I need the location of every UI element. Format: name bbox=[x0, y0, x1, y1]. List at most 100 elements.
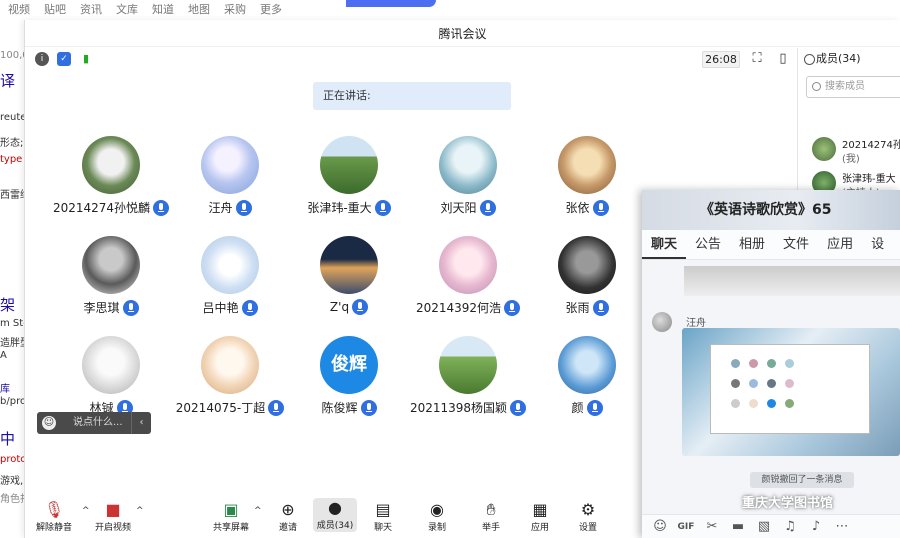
participant-name-row: 颜 bbox=[571, 399, 603, 416]
participant-tile[interactable]: 张依 bbox=[522, 136, 652, 232]
gif-icon[interactable]: GIF bbox=[676, 515, 696, 538]
raise-hand-button[interactable]: ✋︎ 举手 bbox=[466, 500, 516, 533]
browser-search-button[interactable] bbox=[346, 0, 436, 7]
participant-tile[interactable]: 刘天阳 bbox=[403, 136, 533, 232]
participant-tile[interactable]: 吕中艳 bbox=[165, 236, 295, 332]
participant-name: 20211398杨国颖 bbox=[409, 401, 508, 415]
participant-tile[interactable]: 张雨 bbox=[522, 236, 652, 332]
unmute-button[interactable]: 🎙︎ 解除静音 bbox=[29, 500, 79, 533]
browser-tab[interactable]: 知道 bbox=[152, 0, 174, 20]
more-icon[interactable]: ⋯ bbox=[832, 515, 852, 538]
bell-icon[interactable]: ♪ bbox=[806, 515, 826, 538]
participant-tile[interactable]: 20214274孙悦麟 bbox=[46, 136, 176, 232]
shield-icon[interactable]: ✓ bbox=[57, 52, 71, 66]
share-label: 共享屏幕 bbox=[212, 523, 249, 533]
add-user-icon: ⊕ bbox=[281, 500, 295, 519]
browser-tab[interactable]: 地图 bbox=[188, 0, 210, 20]
emoji-icon[interactable]: ☺ bbox=[42, 416, 56, 430]
apps-button[interactable]: ▦ 应用 bbox=[515, 500, 565, 533]
screenshot-image-message[interactable] bbox=[682, 328, 900, 456]
microphone-icon bbox=[360, 399, 377, 416]
emoji-icon[interactable]: ☺ bbox=[650, 515, 670, 538]
browser-tab[interactable]: 资讯 bbox=[80, 0, 102, 20]
participant-tile[interactable]: 汪舟 bbox=[165, 136, 295, 232]
participant-tile[interactable]: 李思琪 bbox=[46, 236, 176, 332]
microphone-icon bbox=[122, 299, 139, 316]
tab-chat[interactable]: 聊天 bbox=[642, 230, 687, 259]
qq-group-chat-window: 《英语诗歌欣赏》65 聊天 公告 相册 文件 应用 设 汪舟 颜锐撤回了一条消息… bbox=[642, 190, 900, 538]
participant-name: 张津玮-重大 bbox=[307, 201, 372, 215]
avatar bbox=[812, 137, 836, 161]
microphone-icon bbox=[479, 199, 496, 216]
result-fragment: type t bbox=[0, 154, 24, 165]
participant-name-row: 刘天阳 bbox=[440, 199, 496, 216]
result-fragment[interactable]: 库 bbox=[0, 380, 10, 395]
participant-tile[interactable]: 俊辉 陈俊辉 bbox=[284, 336, 414, 432]
browser-tab[interactable]: 文库 bbox=[116, 0, 138, 20]
library-watermark: 重庆大学图书馆 bbox=[742, 496, 834, 511]
folder-icon[interactable]: ▬ bbox=[728, 515, 748, 538]
invite-button[interactable]: ⊕ 邀请 bbox=[263, 500, 313, 533]
tab-files[interactable]: 文件 bbox=[774, 230, 818, 259]
avatar bbox=[439, 336, 497, 394]
browser-tab[interactable]: 视频 bbox=[8, 0, 30, 20]
chat-label: 聊天 bbox=[373, 523, 392, 533]
tab-announcement[interactable]: 公告 bbox=[686, 230, 730, 259]
participant-name-row: 20214075-丁超 bbox=[176, 399, 285, 416]
members-button[interactable]: ● 成员(34) bbox=[313, 498, 357, 532]
result-fragment[interactable]: 译 bbox=[0, 70, 15, 91]
image-icon[interactable]: ▧ bbox=[754, 515, 774, 538]
share-screen-button[interactable]: ▣ 共享屏幕 bbox=[206, 500, 256, 533]
camera-off-icon: ■ bbox=[105, 500, 121, 519]
member-search-input[interactable]: 搜索成员 bbox=[806, 76, 900, 98]
participant-tile[interactable]: Z'q bbox=[284, 236, 414, 332]
member-item[interactable]: 20214274孙悦 (我) bbox=[812, 134, 900, 166]
tab-apps[interactable]: 应用 bbox=[818, 230, 862, 259]
share-options-caret[interactable]: ^ bbox=[254, 506, 262, 516]
settings-button[interactable]: ⚙ 设置 bbox=[563, 500, 613, 533]
participant-name: Z'q bbox=[329, 300, 350, 314]
info-icon[interactable]: i bbox=[35, 52, 49, 66]
result-fragment: b/prot bbox=[0, 396, 24, 407]
chat-messages: 汪舟 bbox=[642, 260, 900, 504]
meeting-timer: 26:08 bbox=[702, 51, 740, 68]
fullscreen-icon[interactable]: ⛶ bbox=[749, 51, 765, 67]
record-button[interactable]: ◉ 录制 bbox=[412, 500, 462, 533]
chat-input-placeholder[interactable]: 说点什么... bbox=[73, 412, 123, 434]
participant-name-row: 20211398杨国颖 bbox=[409, 399, 527, 416]
participant-tile[interactable]: 20214075-丁超 bbox=[165, 336, 295, 432]
result-fragment[interactable]: 中 bbox=[0, 428, 15, 449]
hand-icon: ✋︎ bbox=[486, 500, 496, 519]
participant-name-row: 20214274孙悦麟 bbox=[53, 199, 170, 216]
music-icon[interactable]: ♫ bbox=[780, 515, 800, 538]
member-name: 20214274孙悦 bbox=[842, 140, 900, 151]
browser-tab[interactable]: 更多 bbox=[260, 0, 282, 20]
member-name: 张津玮-重大 bbox=[842, 174, 896, 185]
avatar[interactable] bbox=[652, 312, 672, 332]
scissors-icon[interactable]: ✂ bbox=[702, 515, 722, 538]
layout-icon[interactable]: ▯ bbox=[775, 51, 791, 67]
tab-settings[interactable]: 设 bbox=[862, 230, 893, 259]
chat-button[interactable]: ▤ 聊天 bbox=[358, 500, 408, 533]
avatar: 俊辉 bbox=[320, 336, 378, 394]
participant-name-row: 汪舟 bbox=[208, 199, 252, 216]
participant-tile[interactable]: 20211398杨国颖 bbox=[403, 336, 533, 432]
browser-results-fragments: 100,0 译 reutet 形态; type t 西雷纳 架 m Ste 造胖… bbox=[0, 20, 24, 538]
quick-chat-box[interactable]: ☺ 说点什么... ‹ bbox=[37, 412, 151, 434]
collapse-chat-icon[interactable]: ‹ bbox=[131, 412, 151, 434]
participant-tile[interactable]: 张津玮-重大 bbox=[284, 136, 414, 232]
signal-icon[interactable]: ▮ bbox=[79, 52, 93, 66]
avatar bbox=[320, 136, 378, 194]
avatar bbox=[82, 336, 140, 394]
start-video-button[interactable]: ■ 开启视频 bbox=[88, 500, 138, 533]
participant-tile[interactable]: 颜 bbox=[522, 336, 652, 432]
microphone-icon bbox=[352, 299, 369, 315]
invite-label: 邀请 bbox=[278, 523, 297, 533]
participant-tile[interactable]: 20214392何浩 bbox=[403, 236, 533, 332]
image-message[interactable] bbox=[684, 266, 900, 296]
tab-album[interactable]: 相册 bbox=[730, 230, 774, 259]
result-fragment[interactable]: 架 bbox=[0, 294, 15, 315]
browser-tab[interactable]: 采购 bbox=[224, 0, 246, 20]
video-options-caret[interactable]: ^ bbox=[136, 506, 144, 516]
browser-tab[interactable]: 贴吧 bbox=[44, 0, 66, 20]
